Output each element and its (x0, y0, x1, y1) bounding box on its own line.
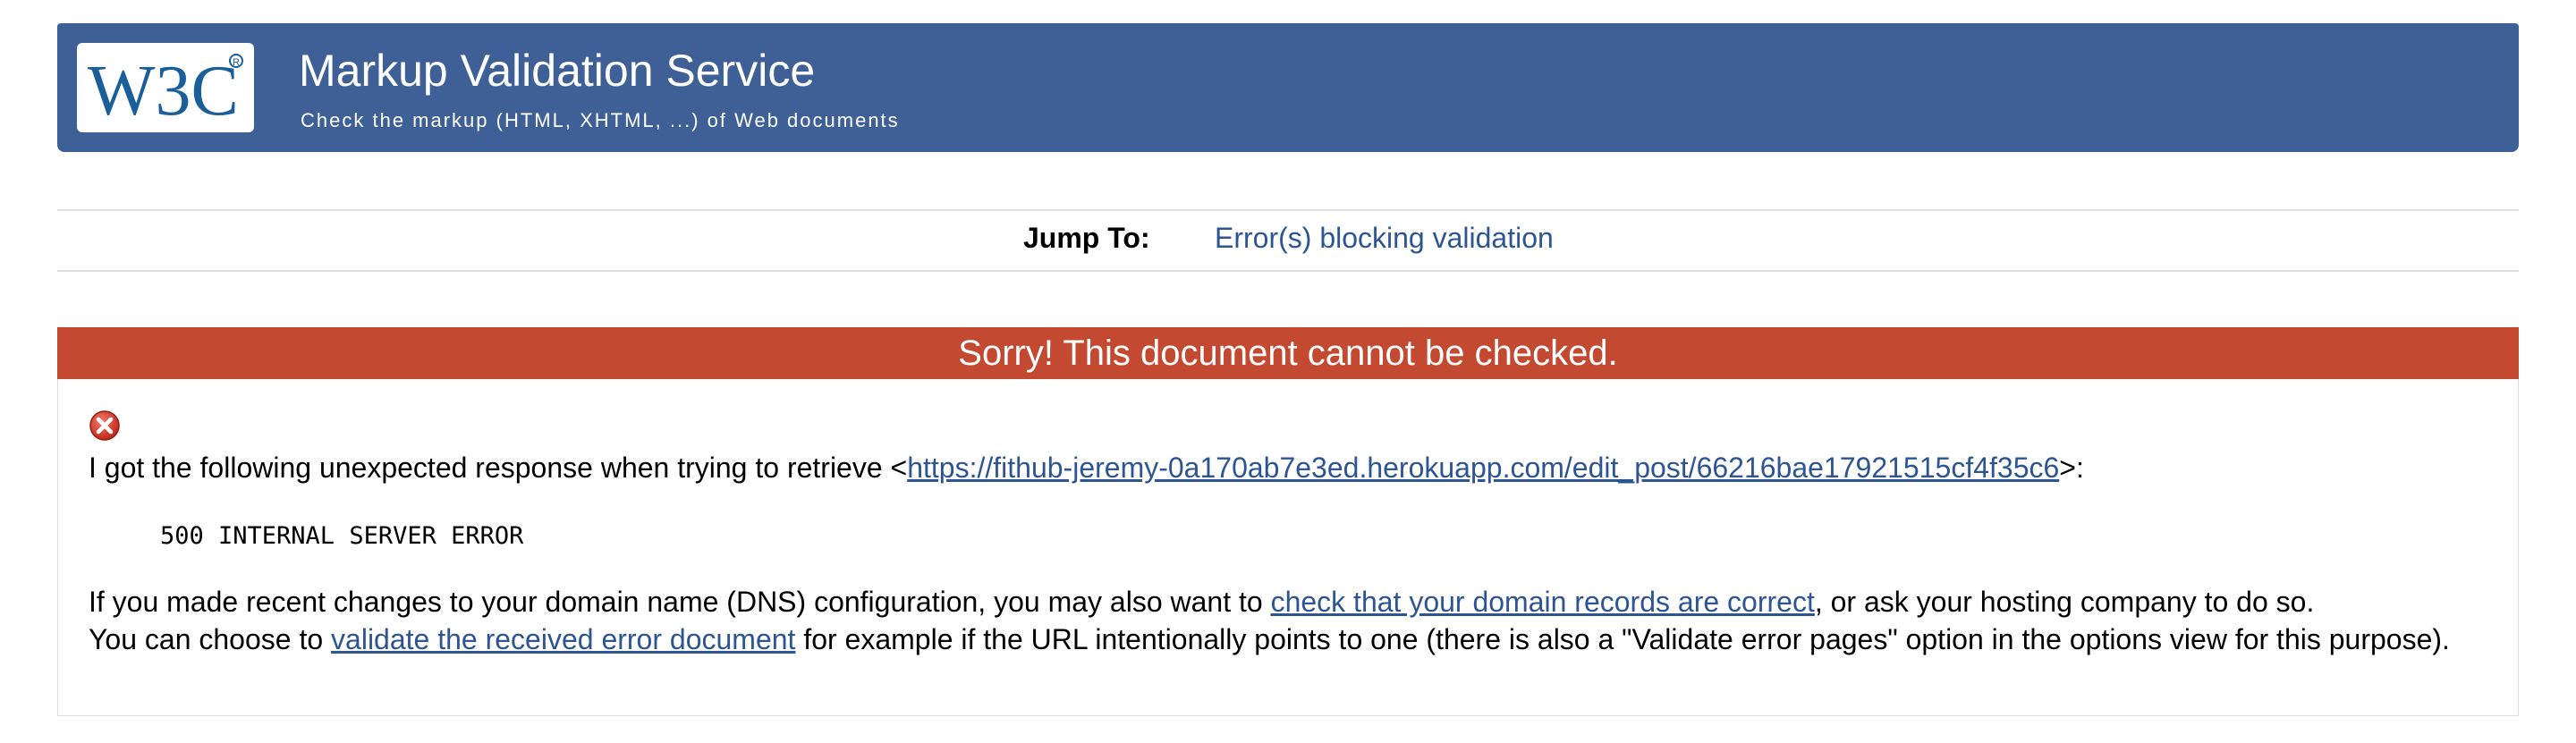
page-title[interactable]: Markup Validation Service (299, 46, 815, 96)
jump-bar: Jump To: Error(s) blocking validation (57, 209, 2519, 272)
header-banner: W3C R Markup Validation Service Check th… (57, 23, 2519, 152)
svg-text:R: R (233, 57, 240, 68)
retrieve-message: I got the following unexpected response … (89, 451, 2084, 485)
error-heading: Sorry! This document cannot be checked. (57, 327, 2519, 379)
dns-message-suffix: , or ask your hosting company to do so. (1814, 586, 2315, 618)
w3c-logo[interactable]: W3C R (77, 43, 254, 132)
retrieve-message-prefix: I got the following unexpected response … (89, 452, 908, 484)
validate-error-message: You can choose to validate the received … (89, 622, 2450, 656)
dns-message-prefix: If you made recent changes to your domai… (89, 586, 1271, 618)
error-x-icon (89, 410, 120, 441)
jump-label: Jump To: (1023, 222, 1150, 254)
jump-link-errors[interactable]: Error(s) blocking validation (1215, 222, 1554, 255)
dns-message: If you made recent changes to your domai… (89, 585, 2314, 619)
retrieve-message-suffix: >: (2059, 452, 2084, 484)
validate-message-prefix: You can choose to (89, 623, 332, 655)
error-section: Sorry! This document cannot be checked. … (57, 327, 2519, 716)
response-code: 500 INTERNAL SERVER ERROR (160, 522, 524, 550)
validate-message-suffix: for example if the URL intentionally poi… (795, 623, 2450, 655)
check-domain-records-link[interactable]: check that your domain records are corre… (1271, 586, 1815, 618)
retrieved-url-link[interactable]: https://fithub-jeremy-0a170ab7e3ed.herok… (907, 452, 2059, 484)
page-subtitle: Check the markup (HTML, XHTML, ...) of W… (301, 109, 900, 131)
w3c-logo-text: W3C (88, 52, 239, 131)
validate-error-document-link[interactable]: validate the received error document (331, 623, 795, 655)
